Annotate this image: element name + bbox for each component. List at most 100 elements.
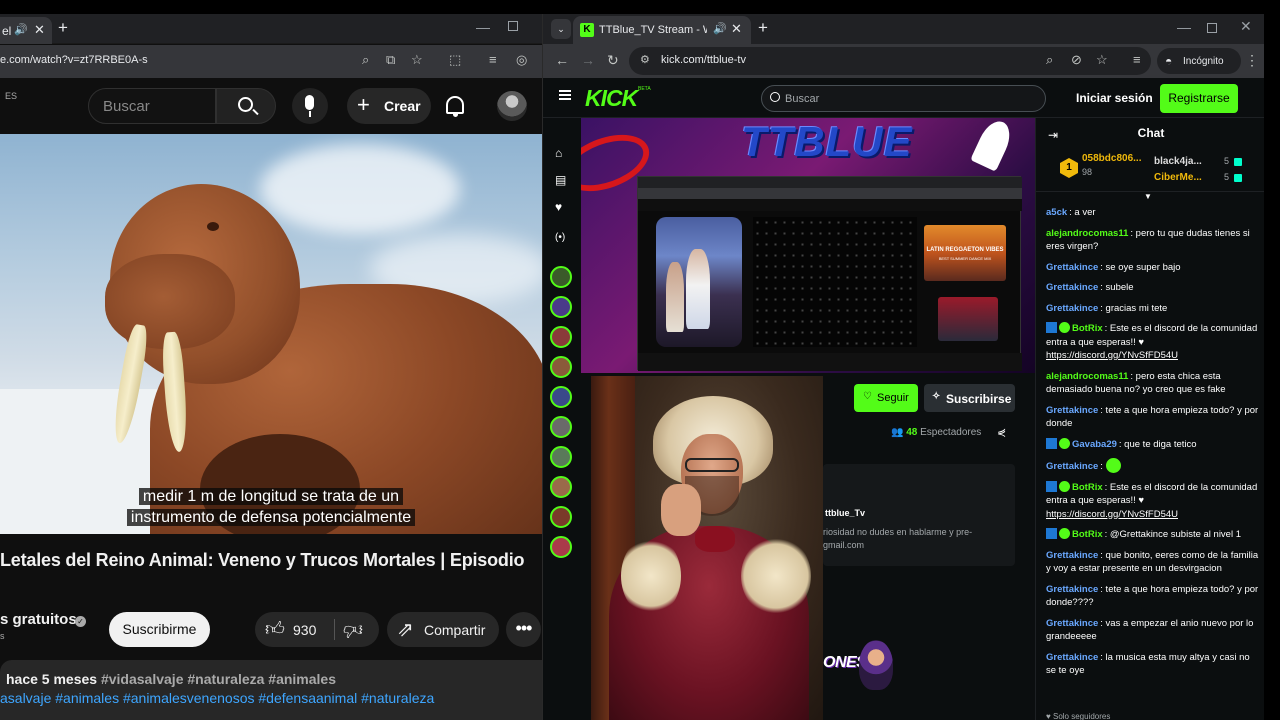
media-icon[interactable]: ≡ (489, 52, 497, 67)
avatar[interactable] (497, 91, 527, 121)
channel-avatar[interactable] (550, 446, 572, 468)
more-options-button[interactable]: ••• (506, 612, 541, 647)
minimize-button[interactable]: — (1177, 19, 1191, 35)
share-button[interactable]: ⇗ Compartir (387, 612, 499, 647)
profile-icon[interactable]: ◎ (516, 52, 527, 68)
speaker-icon[interactable]: 🔊 (713, 22, 727, 35)
new-tab-button[interactable]: + (58, 18, 68, 38)
forward-icon[interactable]: → (581, 52, 595, 68)
incognito-badge[interactable]: ◓ Incógnito (1157, 48, 1241, 74)
chat-username[interactable]: Grettakince (1046, 550, 1098, 561)
chat-username[interactable]: BotRix (1072, 529, 1103, 540)
screen: el 🔊 ✕ + — e.com/watch?v=zt7RRBE0A-s ⌕ ⧉… (0, 0, 1280, 720)
chat-username[interactable]: Grettakince (1046, 303, 1098, 314)
browse-icon[interactable]: ▤ (555, 173, 566, 187)
chat-username[interactable]: alejandrocomas11 (1046, 228, 1128, 239)
close-tab-icon[interactable]: ✕ (34, 22, 45, 38)
register-button[interactable]: Registrarse (1160, 84, 1238, 113)
collapse-icon[interactable]: (•) (555, 232, 565, 243)
chevron-down-icon[interactable]: ▼ (1143, 192, 1153, 202)
stream-player[interactable]: TTBLUE LATIN REGGAETON VIBES BEST SUMMER… (581, 118, 1035, 373)
extensions-icon[interactable]: ⬚ (449, 52, 461, 68)
like-icon[interactable]: 👍︎ (265, 618, 285, 641)
channel-avatar[interactable] (550, 296, 572, 318)
url-field[interactable]: e.com/watch?v=zt7RRBE0A-s (0, 54, 148, 66)
tab-search-chevron-icon[interactable]: ⌄ (551, 19, 571, 39)
login-button[interactable]: Iniciar sesión (1076, 91, 1153, 105)
follow-button[interactable]: ♡ Seguir (854, 384, 918, 412)
description-hashtags[interactable]: asalvaje #animales #animalesvenenosos #d… (0, 690, 434, 706)
cast-icon[interactable]: ⧉ (386, 52, 395, 68)
chat-message: BotRix: Este es el discord de la comunid… (1046, 322, 1260, 363)
chat-username[interactable]: Grettakince (1046, 405, 1098, 416)
new-tab-button[interactable]: + (758, 18, 768, 38)
gifter-name[interactable]: black4ja... (1154, 156, 1202, 167)
youtube-header: ES Buscar + Crear (0, 78, 542, 134)
chat-username[interactable]: Grettakince (1046, 282, 1098, 293)
chat-username[interactable]: Gavaba29 (1072, 439, 1117, 450)
channel-avatar[interactable] (550, 326, 572, 348)
chat-username[interactable]: Grettakince (1046, 262, 1098, 273)
media-icon[interactable]: ≡ (1133, 52, 1141, 67)
subtitles: medir 1 m de longitud se trata de un ins… (0, 486, 542, 528)
kick-logo[interactable]: KICK (585, 85, 638, 112)
chat-link[interactable]: https://discord.gg/YNvSfFD54U (1046, 509, 1178, 520)
viewers-number: 48 (906, 427, 918, 438)
share-icon[interactable]: ⋞ (997, 426, 1006, 439)
chat-link[interactable]: https://discord.gg/YNvSfFD54U (1046, 350, 1178, 361)
dislike-icon[interactable]: 👍︎ (343, 618, 363, 641)
glasses (685, 458, 739, 472)
gifter-name[interactable]: 058bdc806... (1082, 153, 1141, 164)
chat-username[interactable]: alejandrocomas11 (1046, 371, 1128, 382)
chat-username[interactable]: Grettakince (1046, 618, 1098, 629)
search-input[interactable]: Buscar (88, 88, 216, 124)
channel-avatar[interactable] (550, 506, 572, 528)
chat-username[interactable]: a5ck (1046, 207, 1067, 218)
subscribe-button[interactable]: Suscribirme (109, 612, 210, 647)
hamburger-menu-icon[interactable] (559, 90, 571, 92)
reload-icon[interactable]: ↻ (607, 52, 619, 69)
chat-username[interactable]: BotRix (1072, 323, 1103, 334)
notifications-bell-icon[interactable] (446, 96, 464, 117)
channel-avatar[interactable] (550, 356, 572, 378)
maximize-button[interactable] (508, 21, 518, 31)
zoom-icon[interactable]: ⌕ (362, 52, 369, 68)
search-button[interactable] (216, 88, 276, 124)
create-button[interactable]: + Crear (347, 88, 431, 124)
channel-avatar[interactable] (550, 476, 572, 498)
eye-off-icon[interactable]: ⊘ (1071, 52, 1082, 68)
close-tab-icon[interactable]: ✕ (731, 21, 742, 37)
chat-text: : subele (1100, 282, 1134, 293)
site-info-icon[interactable]: ⚙ (640, 53, 650, 66)
maximize-button[interactable] (1207, 23, 1217, 33)
shared-screen: LATIN REGGAETON VIBES BEST SUMMER DANCE … (637, 176, 1022, 371)
channel-avatar[interactable] (550, 416, 572, 438)
chat-username[interactable]: Grettakince (1046, 461, 1098, 472)
chat-username[interactable]: Grettakince (1046, 584, 1098, 595)
menu-icon[interactable]: ⋮ (1245, 52, 1259, 69)
zoom-icon[interactable]: ⌕ (1046, 52, 1053, 68)
gifter-name[interactable]: CiberMe... (1154, 172, 1202, 183)
search-input[interactable]: Buscar (761, 85, 1046, 112)
voice-search-button[interactable] (292, 88, 328, 124)
channel-avatar[interactable] (550, 536, 572, 558)
home-icon[interactable]: ⌂ (555, 146, 562, 160)
minimize-button[interactable]: — (476, 19, 490, 35)
speaker-icon[interactable]: 🔊 (14, 23, 28, 36)
subscribe-button[interactable]: ✧ Suscribirse (924, 384, 1015, 412)
tab-kick[interactable]: K TTBlue_TV Stream - Watch 🔊 ✕ (573, 16, 751, 44)
tab-youtube[interactable]: el 🔊 ✕ (0, 17, 52, 44)
url-field[interactable]: kick.com/ttblue-tv (661, 54, 746, 66)
channel-avatar[interactable] (550, 386, 572, 408)
hashtags[interactable]: #vidasalvaje #naturaleza #animales (101, 671, 336, 687)
star-icon[interactable]: ☆ (1096, 52, 1108, 68)
close-window-icon[interactable]: ✕ (1240, 18, 1252, 35)
following-heart-icon[interactable]: ♥ (555, 200, 562, 214)
channel-name[interactable]: s gratuitos (0, 611, 77, 628)
chat-username[interactable]: BotRix (1072, 482, 1103, 493)
star-icon[interactable]: ☆ (411, 52, 423, 68)
chat-username[interactable]: Grettakince (1046, 652, 1098, 663)
channel-avatar[interactable] (550, 266, 572, 288)
back-icon[interactable]: ← (555, 52, 569, 68)
video-player[interactable]: medir 1 m de longitud se trata de un ins… (0, 134, 542, 534)
